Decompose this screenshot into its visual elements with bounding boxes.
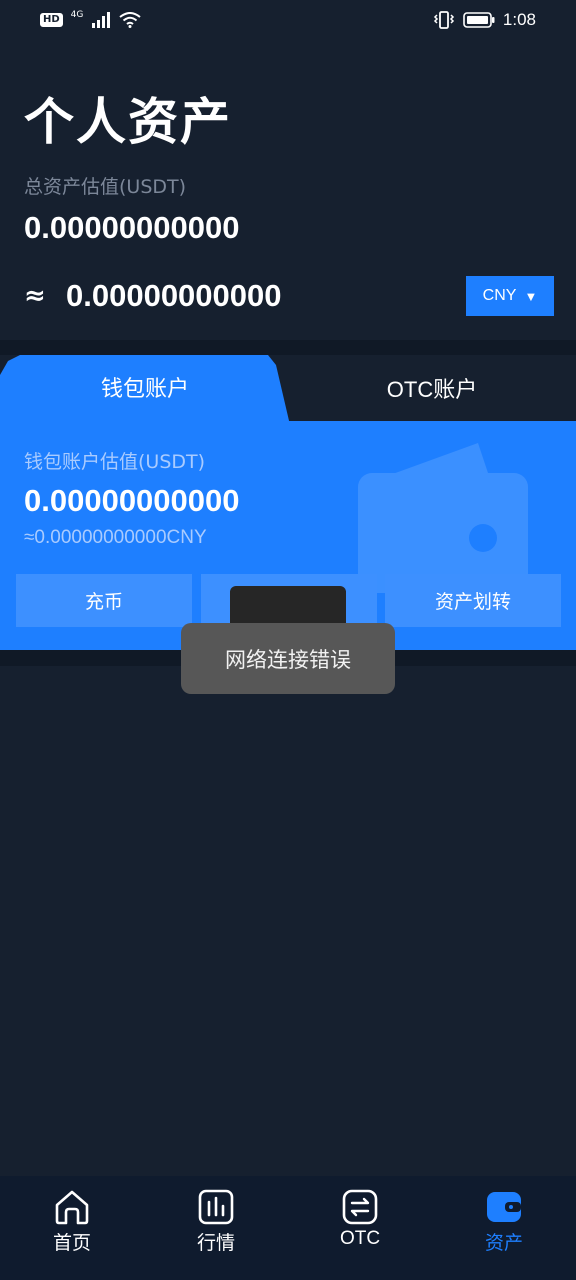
toast-message: 网络连接错误 — [181, 623, 395, 694]
vibrate-icon — [433, 11, 454, 29]
wallet-watermark-icon — [358, 443, 528, 593]
wallet-estimate-value: 0.00000000000 — [24, 483, 240, 518]
deposit-label: 充币 — [84, 591, 123, 613]
wallet-estimate-label: 钱包账户估值(USDT) — [24, 451, 206, 473]
approx-row: ≈ 0.00000000000 CNY ▼ — [24, 276, 554, 316]
nav-label-market: 行情 — [196, 1232, 235, 1254]
wallet-icon — [487, 1192, 521, 1222]
nav-item-assets[interactable]: 资产 — [432, 1176, 576, 1280]
tab-otc-label: OTC账户 — [386, 377, 478, 402]
status-right: 1:08 — [433, 10, 536, 30]
wallet-estimate-cny: ≈0.00000000000CNY — [24, 527, 207, 548]
otc-exchange-icon — [342, 1189, 378, 1225]
market-icon — [198, 1189, 234, 1225]
asset-transfer-label: 资产划转 — [434, 591, 511, 613]
deposit-button[interactable]: 充币 — [16, 574, 192, 627]
total-assets-label: 总资产估值(USDT) — [24, 176, 187, 198]
currency-label: CNY — [482, 287, 517, 304]
caret-down-icon: ▼ — [524, 288, 538, 304]
section-divider — [0, 340, 576, 355]
page-title: 个人资产 — [24, 93, 232, 151]
hd-badge: HD — [40, 13, 63, 27]
nav-label-home: 首页 — [52, 1232, 91, 1254]
approx-value: 0.00000000000 — [66, 278, 282, 313]
currency-select[interactable]: CNY ▼ — [466, 276, 554, 316]
toast-text: 网络连接错误 — [225, 647, 351, 672]
status-left: HD 4G — [40, 10, 141, 28]
total-assets-value: 0.00000000000 — [24, 210, 240, 245]
status-bar: HD 4G 1:08 — [0, 0, 576, 40]
tab-wallet-account[interactable]: 钱包账户 — [0, 355, 290, 425]
nav-item-otc[interactable]: OTC — [288, 1176, 432, 1280]
status-time: 1:08 — [502, 10, 536, 29]
signal-icon — [92, 12, 111, 28]
wifi-icon — [119, 12, 141, 28]
battery-icon — [463, 12, 495, 28]
approx-sign: ≈ — [24, 281, 46, 311]
nav-label-otc: OTC — [339, 1228, 381, 1249]
nav-item-market[interactable]: 行情 — [144, 1176, 288, 1280]
tab-otc-account[interactable]: OTC账户 — [288, 355, 576, 421]
network-type: 4G — [70, 10, 84, 20]
bottom-nav: 首页 行情 OTC 资产 — [0, 1176, 576, 1280]
tab-wallet-label: 钱包账户 — [100, 377, 189, 402]
asset-transfer-button[interactable]: 资产划转 — [385, 574, 561, 627]
nav-item-home[interactable]: 首页 — [0, 1176, 144, 1280]
nav-label-assets: 资产 — [484, 1232, 523, 1254]
home-icon — [55, 1190, 89, 1225]
